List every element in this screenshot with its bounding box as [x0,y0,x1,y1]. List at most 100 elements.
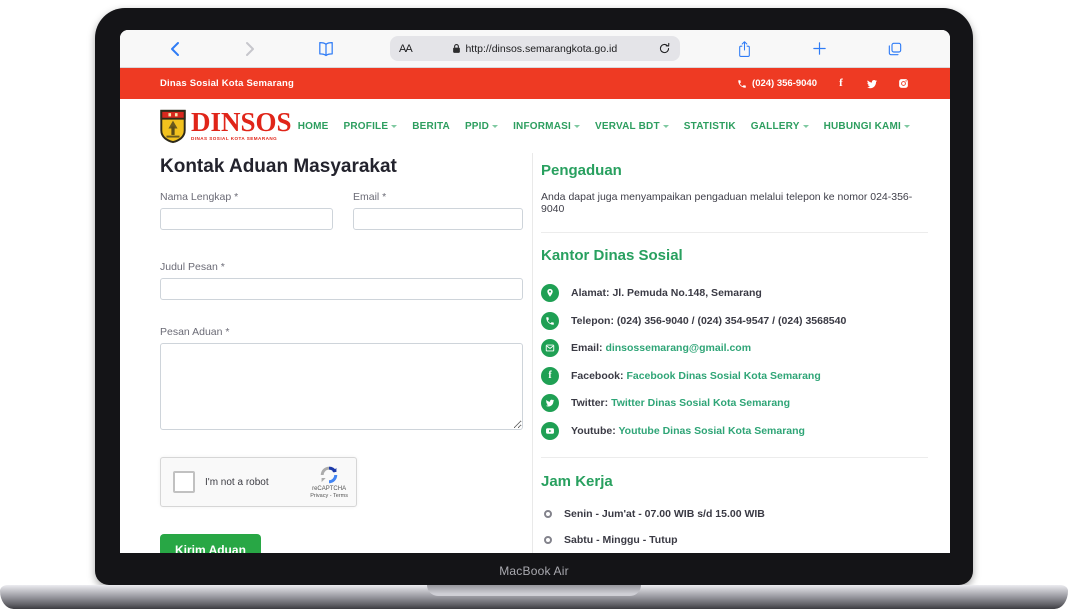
recaptcha-checkbox[interactable] [173,471,195,493]
contact-row-email: Email: dinsossemarang@gmail.com [541,339,928,357]
logo-subtitle: DINAS SOSIAL KOTA SEMARANG [191,136,292,141]
jam-kerja-heading: Jam Kerja [541,473,928,490]
main-nav: HOME PROFILE BERITA PPID INFORMASI VERVA… [298,121,910,132]
phone-icon [737,79,747,89]
info-sidebar: Pengaduan Anda dapat juga menyampaikan p… [533,153,950,553]
email-label: Email * [353,191,523,203]
contact-row-alamat: Alamat: Jl. Pemuda No.148, Semarang [541,284,928,302]
chevron-down-icon [904,125,910,128]
contact-row-youtube: Youtube: Youtube Dinas Sosial Kota Semar… [541,422,928,440]
site-header: DINSOS DINAS SOSIAL KOTA SEMARANG HOME P… [120,99,950,153]
forward-button[interactable] [239,37,261,61]
back-button[interactable] [164,37,186,61]
contact-label: Twitter: [571,397,608,409]
tabs-overview-button[interactable] [884,37,906,61]
contact-label: Telepon: [571,315,614,327]
lock-icon [452,43,461,54]
device-label: MacBook Air [95,564,973,578]
laptop-base-notch [427,585,641,596]
hours-row-weekday: Senin - Jum'at - 07.00 WIB s/d 15.00 WIB [541,508,928,520]
contact-row-telepon: Telepon: (024) 356-9040 / (024) 354-9547… [541,312,928,330]
email-input[interactable] [353,208,523,230]
location-pin-icon [541,284,559,302]
back-chevron-icon [172,43,178,55]
complaint-form: Kontak Aduan Masyarakat Nama Lengkap * E… [120,153,532,553]
page-content: Kontak Aduan Masyarakat Nama Lengkap * E… [120,153,950,553]
address-bar[interactable]: AA http://dinsos.semarangkota.go.id [390,36,680,61]
twitter-icon [541,394,559,412]
nav-informasi[interactable]: INFORMASI [513,121,580,132]
new-tab-button[interactable] [809,37,831,61]
contact-label: Email: [571,342,603,354]
instagram-icon [898,78,909,89]
nav-gallery[interactable]: GALLERY [751,121,809,132]
share-button[interactable] [733,37,755,61]
reload-icon [658,42,671,55]
chevron-down-icon [492,125,498,128]
laptop-bezel: AA http://dinsos.semarangkota.go.id [95,8,973,585]
twitter-icon [866,78,878,90]
pesan-aduan-textarea[interactable] [160,343,523,430]
text-size-button[interactable]: AA [399,43,412,55]
plus-icon [812,41,827,56]
clock-icon [544,536,552,544]
nav-ppid[interactable]: PPID [465,121,498,132]
judul-pesan-label: Judul Pesan * [160,261,522,273]
topbar-phone: (024) 356-9040 [737,78,817,89]
contact-value: (024) 356-9040 / (024) 354-9547 / (024) … [617,315,846,327]
pengaduan-text: Anda dapat juga menyampaikan pengaduan m… [541,191,928,215]
nav-berita[interactable]: BERITA [412,121,450,132]
recaptcha-widget: I'm not a robot reCAPTCHA Privacy - Term… [160,457,357,507]
nama-lengkap-input[interactable] [160,208,333,230]
pengaduan-heading: Pengaduan [541,162,928,179]
envelope-icon [541,339,559,357]
facebook-link[interactable]: f [834,77,848,91]
nav-statistik[interactable]: STATISTIK [684,121,736,132]
facebook-icon: f [541,367,559,385]
nav-hubungi-kami[interactable]: HUBUNGI KAMI [824,121,910,132]
logo-title: DINSOS [191,111,292,134]
clock-icon [544,510,552,518]
judul-pesan-input[interactable] [160,278,523,300]
tabs-icon [887,41,903,57]
forward-chevron-icon [247,43,253,55]
recaptcha-privacy-terms[interactable]: Privacy - Terms [310,493,348,500]
contact-label: Alamat: [571,287,610,299]
instagram-link[interactable] [896,77,910,91]
kirim-aduan-button[interactable]: Kirim Aduan [160,534,261,553]
bookmarks-button[interactable] [315,37,337,61]
page-title: Kontak Aduan Masyarakat [160,156,522,178]
browser-toolbar: AA http://dinsos.semarangkota.go.id [120,30,950,68]
url-display: http://dinsos.semarangkota.go.id [412,43,658,55]
site-name: Dinas Sosial Kota Semarang [160,78,294,89]
section-divider [541,457,928,458]
hours-row-weekend: Sabtu - Minggu - Tutup [541,534,928,546]
recaptcha-name: reCAPTCHA [312,486,346,493]
contact-label: Facebook: [571,370,624,382]
contact-row-facebook: f Facebook: Facebook Dinas Sosial Kota S… [541,367,928,385]
kantor-heading: Kantor Dinas Sosial [541,247,928,264]
recaptcha-label: I'm not a robot [205,477,310,488]
chevron-down-icon [391,125,397,128]
twitter-page-link[interactable]: Twitter Dinas Sosial Kota Semarang [611,397,790,409]
site-logo[interactable]: DINSOS DINAS SOSIAL KOTA SEMARANG [160,109,292,144]
chevron-down-icon [574,125,580,128]
chevron-down-icon [663,125,669,128]
email-link[interactable]: dinsossemarang@gmail.com [605,342,751,354]
twitter-link[interactable] [865,77,879,91]
reload-button[interactable] [658,42,671,55]
youtube-icon [541,422,559,440]
nav-home[interactable]: HOME [298,121,329,132]
facebook-page-link[interactable]: Facebook Dinas Sosial Kota Semarang [626,370,820,382]
nav-profile[interactable]: PROFILE [344,121,398,132]
hours-text: Sabtu - Minggu - Tutup [564,534,678,546]
nav-verval-bdt[interactable]: VERVAL BDT [595,121,669,132]
top-info-bar: Dinas Sosial Kota Semarang (024) 356-904… [120,68,950,99]
contact-label: Youtube: [571,425,616,437]
recaptcha-logo-icon [319,465,339,485]
phone-icon [541,312,559,330]
share-icon [737,40,752,58]
nama-lengkap-label: Nama Lengkap * [160,191,333,203]
youtube-channel-link[interactable]: Youtube Dinas Sosial Kota Semarang [618,425,805,437]
chevron-down-icon [803,125,809,128]
